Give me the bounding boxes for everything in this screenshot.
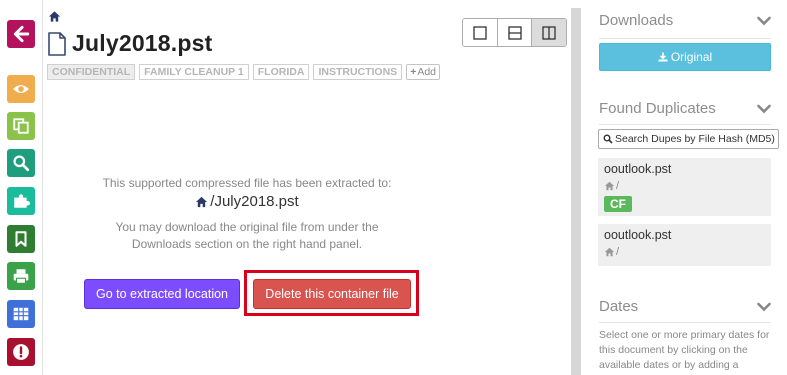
dates-header[interactable]: Dates: [599, 298, 771, 315]
document-title-row: July2018.pst: [47, 30, 212, 57]
search-dupes-button[interactable]: Search Dupes by File Hash (MD5): [598, 129, 779, 149]
download-hint-line2: Downloads section on the right hand pane…: [131, 237, 363, 251]
table-icon: [13, 307, 29, 321]
bookmark-icon: [15, 231, 27, 247]
layout-toggle-group: [462, 18, 567, 47]
search-icon: [603, 134, 613, 144]
duplicate-path: /: [604, 246, 765, 258]
download-original-label: Original: [670, 50, 713, 64]
plugins-button[interactable]: [7, 187, 35, 215]
print-icon: [13, 269, 29, 284]
download-hint: You may download the original file from …: [47, 219, 447, 253]
left-icon-rail: [0, 0, 43, 375]
layout-vertical-split-button[interactable]: [532, 19, 566, 46]
duplicate-path-text: /: [616, 180, 620, 192]
duplicate-path-text: /: [616, 246, 620, 258]
eye-icon: [13, 85, 29, 93]
tag-instructions[interactable]: INSTRUCTIONS: [313, 64, 403, 80]
back-button[interactable]: [7, 20, 35, 48]
delete-container-file-button[interactable]: Delete this container file: [253, 279, 411, 309]
download-icon: [658, 52, 668, 62]
view-button[interactable]: [7, 75, 35, 103]
downloads-header[interactable]: Downloads: [599, 12, 771, 29]
duplicate-item[interactable]: ooutlook.pst / CF: [598, 158, 771, 216]
copy-icon: [13, 118, 29, 134]
puzzle-icon: [14, 194, 30, 208]
extracted-path: /July2018.pst: [47, 192, 447, 212]
tag-confidential[interactable]: CONFIDENTIAL: [47, 64, 136, 80]
chevron-down-icon: [757, 16, 771, 25]
print-button[interactable]: [7, 262, 35, 290]
home-icon: [604, 247, 615, 257]
chevron-down-icon: [757, 104, 771, 113]
search-dupes-label: Search Dupes by File Hash (MD5): [615, 133, 775, 145]
layout-single-button[interactable]: [463, 19, 498, 46]
tag-list: CONFIDENTIAL FAMILY CLEANUP 1 FLORIDA IN…: [47, 64, 441, 80]
right-panel: Downloads Original Found Duplicates Sear…: [586, 0, 787, 375]
home-icon[interactable]: [48, 10, 61, 23]
divider: [599, 38, 771, 39]
divider: [599, 322, 771, 323]
extracted-path-text: /July2018.pst: [210, 193, 299, 210]
main-scrollbar[interactable]: [571, 8, 581, 375]
home-icon: [196, 196, 208, 208]
duplicate-name[interactable]: ooutlook.pst: [604, 228, 765, 243]
download-original-button[interactable]: Original: [599, 43, 771, 71]
duplicate-path: /: [604, 180, 765, 192]
search-icon: [13, 155, 30, 172]
duplicates-heading: Found Duplicates: [599, 100, 716, 117]
plus-icon: +: [410, 65, 417, 78]
chevron-down-icon: [757, 302, 771, 311]
go-to-extracted-location-button[interactable]: Go to extracted location: [84, 279, 240, 309]
downloads-heading: Downloads: [599, 12, 674, 29]
divider: [599, 124, 771, 125]
tag-family-cleanup[interactable]: FAMILY CLEANUP 1: [139, 64, 249, 80]
cf-badge: CF: [604, 196, 632, 212]
alert-button[interactable]: [7, 338, 35, 366]
exclamation-icon: [13, 344, 29, 360]
add-tag-label: Add: [417, 65, 437, 78]
duplicate-name[interactable]: ooutlook.pst: [604, 162, 765, 177]
dates-heading: Dates: [599, 298, 639, 315]
copy-button[interactable]: [7, 112, 35, 140]
tag-florida[interactable]: FLORIDA: [252, 64, 310, 80]
dates-description: Select one or more primary dates for thi…: [599, 329, 770, 371]
file-icon: [48, 31, 66, 56]
bookmark-button[interactable]: [7, 225, 35, 253]
arrow-left-icon: [13, 25, 30, 43]
extracted-message: This supported compressed file has been …: [102, 176, 392, 190]
duplicates-header[interactable]: Found Duplicates: [599, 100, 771, 117]
duplicate-item[interactable]: ooutlook.pst /: [598, 224, 771, 266]
single-pane-icon: [473, 25, 487, 40]
layout-horizontal-split-button[interactable]: [497, 19, 533, 46]
search-button[interactable]: [7, 149, 35, 177]
document-title: July2018.pst: [72, 30, 213, 56]
vertical-split-icon: [542, 25, 556, 40]
download-hint-line1: You may download the original file from …: [115, 220, 379, 234]
horizontal-split-icon: [507, 25, 522, 40]
add-tag-button[interactable]: + Add: [406, 64, 441, 80]
table-button[interactable]: [7, 300, 35, 328]
home-icon: [604, 181, 615, 191]
